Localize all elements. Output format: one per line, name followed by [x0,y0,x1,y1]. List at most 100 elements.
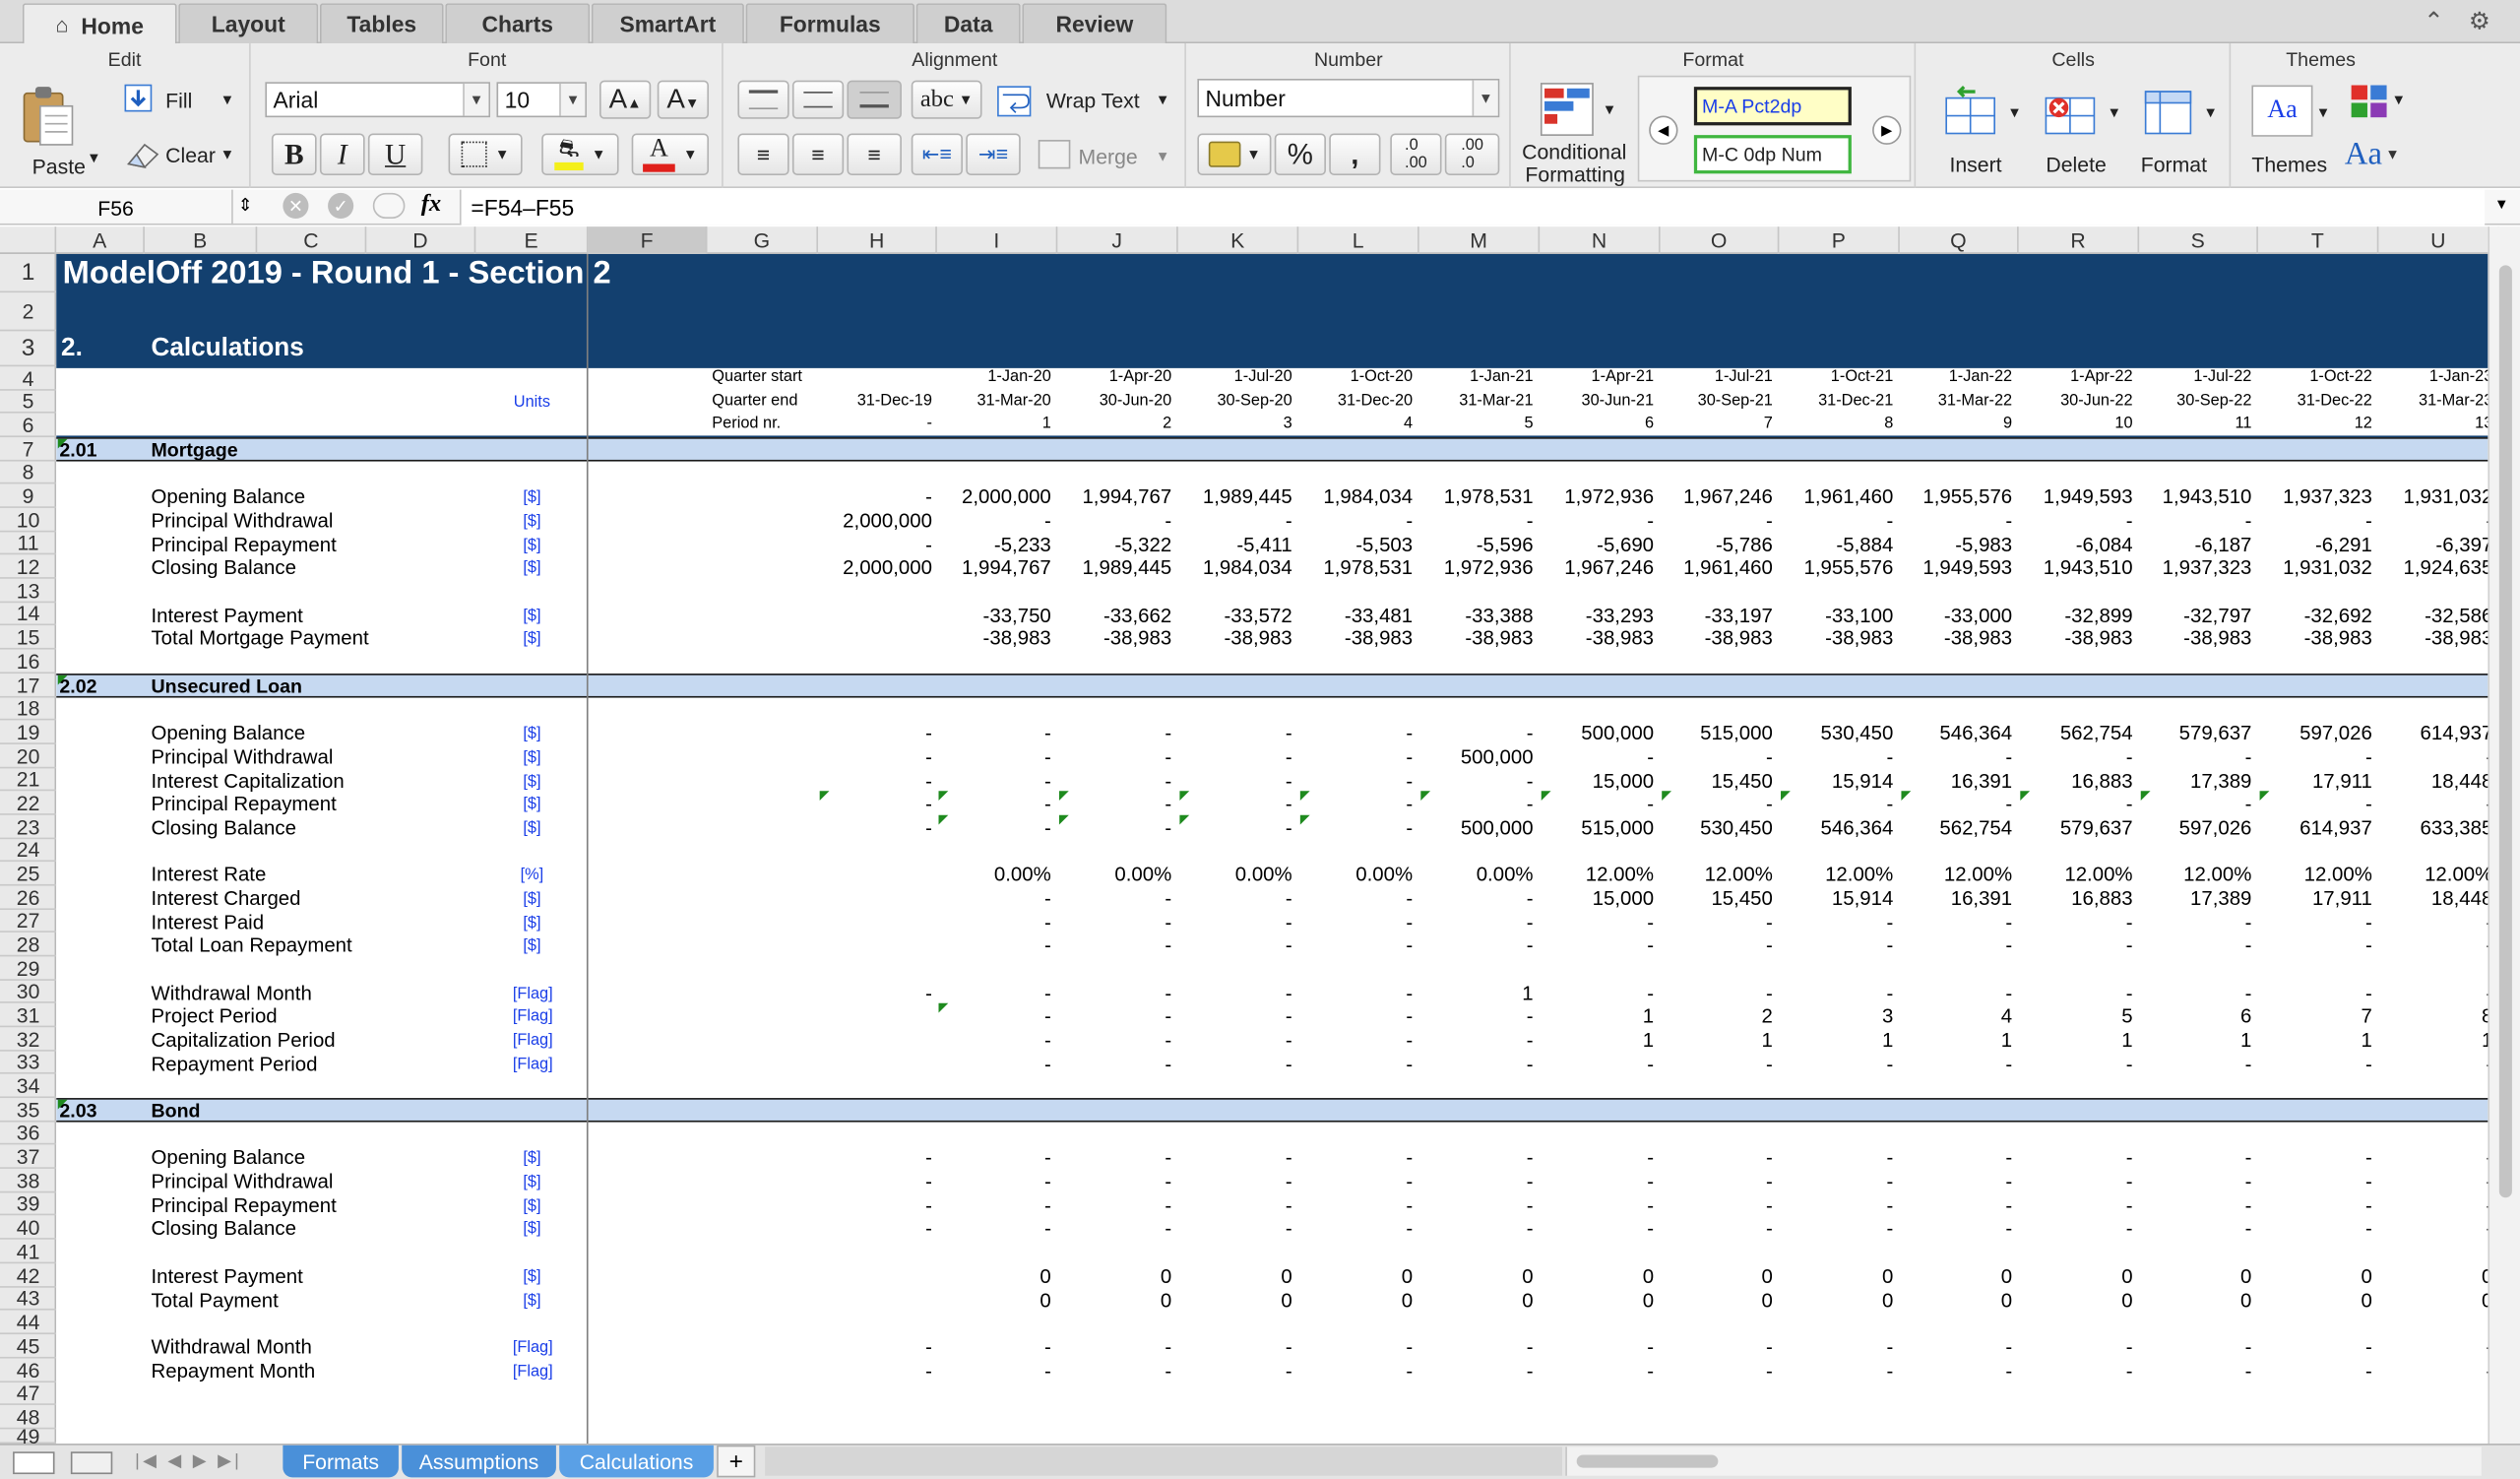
row-header-27[interactable]: 27 [0,909,57,932]
column-header-h[interactable]: H [818,226,937,254]
fx-icon[interactable]: fx [421,191,441,219]
align-top-button[interactable] [737,80,789,119]
theme-colors-dropdown-icon[interactable]: ▼ [2391,92,2406,107]
gallery-prev-icon[interactable]: ◀ [1649,115,1678,145]
row-header-30[interactable]: 30 [0,980,57,1003]
row-header-10[interactable]: 10 [0,508,57,533]
row-header-5[interactable]: 5 [0,390,57,414]
row-header-42[interactable]: 42 [0,1263,57,1288]
row-header-32[interactable]: 32 [0,1027,57,1052]
row-header-33[interactable]: 33 [0,1051,57,1074]
align-middle-button[interactable] [791,80,845,119]
borders-button[interactable]: ▼ [448,133,523,175]
column-header-n[interactable]: N [1540,226,1661,254]
align-bottom-button[interactable] [847,80,902,119]
row-header-39[interactable]: 39 [0,1192,57,1216]
orientation-button[interactable]: abc ▼ [911,80,982,119]
column-header-k[interactable]: K [1178,226,1299,254]
increase-decimal-button[interactable]: .0.00 [1390,133,1442,175]
row-header-41[interactable]: 41 [0,1240,57,1264]
row-header-24[interactable]: 24 [0,838,57,863]
style-mc-0dp-num[interactable]: M-C 0dp Num [1693,135,1852,174]
column-header-m[interactable]: M [1419,226,1541,254]
collapse-ribbon-icon[interactable]: ⌃ [2424,7,2444,35]
row-header-43[interactable]: 43 [0,1287,57,1311]
column-header-q[interactable]: Q [1900,226,2019,254]
fill-dropdown-icon[interactable]: ▼ [220,92,235,107]
horizontal-scrollbar[interactable] [1565,1447,2482,1476]
column-header-o[interactable]: O [1661,226,1780,254]
tab-tables[interactable]: Tables [319,3,444,44]
formula-builder-toggle-icon[interactable] [372,192,406,220]
align-left-button[interactable]: ≡ [737,133,789,175]
decrease-font-size-button[interactable]: A▼ [657,80,710,119]
column-header-e[interactable]: E [475,226,589,254]
confirm-formula-icon[interactable]: ✓ [328,192,354,220]
decrease-indent-button[interactable]: ⇤≡ [911,133,963,175]
eraser-icon[interactable] [122,137,160,172]
clear-button[interactable]: Clear [165,143,216,166]
column-header-l[interactable]: L [1298,226,1419,254]
row-header-1[interactable]: 1 [0,254,57,293]
insert-dropdown-icon[interactable]: ▼ [2007,104,2022,120]
tab-smartart[interactable]: SmartArt [591,3,744,44]
conditional-formatting-line2[interactable]: Formatting [1525,162,1624,186]
italic-button[interactable]: I [319,133,365,175]
wrap-dropdown-icon[interactable]: ▼ [1156,92,1170,107]
cf-dropdown-icon[interactable]: ▼ [1603,101,1617,117]
column-header-g[interactable]: G [707,226,819,254]
row-header-14[interactable]: 14 [0,602,57,626]
row-header-16[interactable]: 16 [0,650,57,675]
column-header-r[interactable]: R [2019,226,2140,254]
row-header-35[interactable]: 35 [0,1098,57,1123]
sheet-tab-formats[interactable]: Formats [283,1445,399,1478]
column-header-s[interactable]: S [2139,226,2258,254]
currency-button[interactable]: ▼ [1197,133,1272,175]
column-header-f[interactable]: F [588,226,708,254]
row-header-36[interactable]: 36 [0,1122,57,1145]
conditional-formatting-line1[interactable]: Conditional [1522,140,1626,163]
row-header-23[interactable]: 23 [0,815,57,840]
row-header-13[interactable]: 13 [0,579,57,604]
align-right-button[interactable]: ≡ [847,133,902,175]
themes-gallery-icon[interactable]: Aa [2251,85,2313,137]
themes-dropdown-icon[interactable]: ▼ [2316,104,2331,120]
paste-label[interactable]: Paste [32,155,86,178]
row-header-12[interactable]: 12 [0,554,57,579]
align-center-button[interactable]: ≡ [791,133,845,175]
merge-icon[interactable] [1037,138,1072,170]
horizontal-scroll-thumb[interactable] [1576,1454,1719,1468]
column-header-c[interactable]: C [257,226,367,254]
row-header-3[interactable]: 3 [0,331,57,367]
tab-formulas[interactable]: Formulas [745,3,915,44]
row-header-25[interactable]: 25 [0,862,57,886]
tab-review[interactable]: Review [1022,3,1167,44]
column-header-i[interactable]: I [937,226,1058,254]
insert-cells-icon[interactable] [1940,82,2004,143]
clear-dropdown-icon[interactable]: ▼ [220,147,235,162]
gallery-next-icon[interactable]: ▶ [1872,115,1902,145]
page-layout-view-icon[interactable] [70,1451,113,1475]
delete-button[interactable]: Delete [2046,153,2106,176]
style-ma-pct2dp[interactable]: M-A Pct2dp [1693,87,1852,126]
sheet-tab-assumptions[interactable]: Assumptions [402,1445,556,1478]
cancel-formula-icon[interactable]: ✕ [283,192,309,220]
row-header-15[interactable]: 15 [0,625,57,650]
row-header-4[interactable]: 4 [0,366,57,391]
fill-button[interactable]: Fill [165,89,192,112]
row-header-29[interactable]: 29 [0,956,57,981]
row-header-34[interactable]: 34 [0,1074,57,1099]
select-all-corner[interactable] [0,226,57,254]
row-header-49[interactable]: 49 [0,1426,57,1447]
formula-input[interactable]: =F54–F55 [459,189,2486,225]
percent-button[interactable]: % [1274,133,1326,175]
row-header-28[interactable]: 28 [0,932,57,957]
tab-layout[interactable]: Layout [178,3,319,44]
name-box-stepper-icon[interactable]: ⇕ [238,195,253,216]
row-header-37[interactable]: 37 [0,1144,57,1169]
wrap-text-button[interactable]: Wrap Text [1046,89,1140,112]
bold-button[interactable]: B [271,133,317,175]
theme-colors-icon[interactable] [2348,82,2389,120]
row-header-44[interactable]: 44 [0,1311,57,1335]
column-header-p[interactable]: P [1779,226,1900,254]
